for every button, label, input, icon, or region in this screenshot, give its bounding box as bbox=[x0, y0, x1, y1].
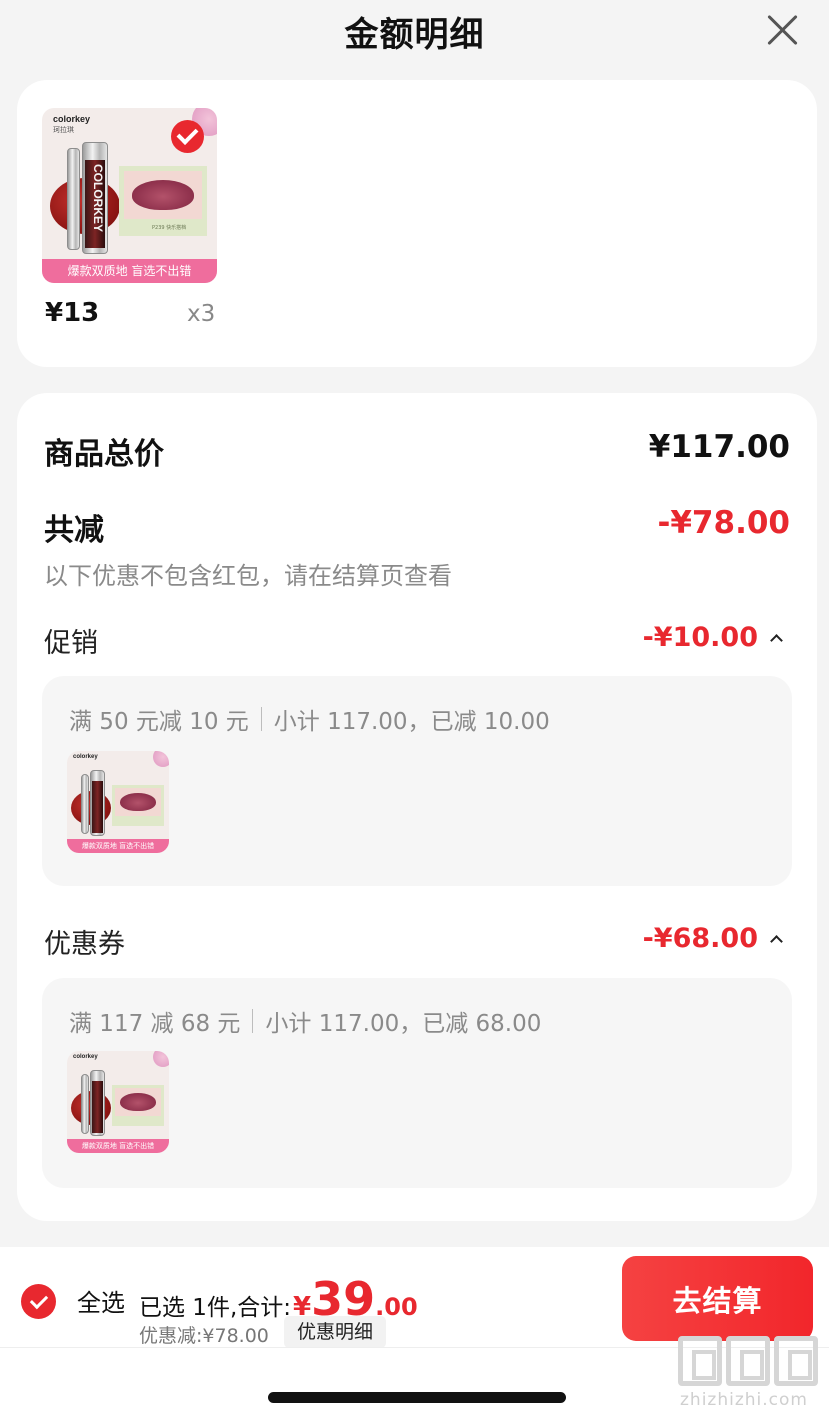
brand-logo: colorkey bbox=[53, 114, 91, 124]
lipstick-tube bbox=[67, 148, 80, 250]
watermark-logo-icon bbox=[774, 1336, 818, 1386]
brand-logo-cn: 珂拉琪 bbox=[53, 126, 74, 134]
product-card: colorkey 珂拉琪 COLORKEY P239 快乐搭档 爆款双质地 盲选… bbox=[17, 80, 817, 367]
tube-brand-text: COLORKEY bbox=[91, 164, 105, 233]
watermark: zhizhizhi.com bbox=[678, 1336, 822, 1416]
reduce-value: -¥78.00 bbox=[657, 505, 791, 541]
price-detail-card: 商品总价 ¥117.00 共减 -¥78.00 以下优惠不包含红包，请在结算页查… bbox=[17, 393, 817, 1221]
lip-image bbox=[120, 793, 156, 811]
promotion-detail-box: 满 50 元减 10 元 小计 117.00，已减 10.00 colorkey… bbox=[42, 676, 792, 886]
lip-image bbox=[120, 1093, 156, 1111]
lip-image bbox=[132, 180, 194, 210]
watermark-logo-icon bbox=[678, 1336, 722, 1386]
selected-check-icon[interactable] bbox=[171, 120, 204, 153]
total-label: 商品总价 bbox=[44, 437, 164, 472]
chevron-up-icon bbox=[770, 634, 783, 647]
coupon-subtotal: 小计 117.00，已减 68.00 bbox=[265, 1011, 542, 1037]
checkout-button[interactable]: 去结算 bbox=[622, 1256, 813, 1341]
coupon-detail: 满 117 减 68 元 小计 117.00，已减 68.00 bbox=[69, 1004, 541, 1038]
product-price: ¥13 bbox=[45, 298, 100, 328]
coupon-toggle[interactable]: -¥68.00 bbox=[642, 923, 783, 954]
shade-label: P239 快乐搭档 bbox=[152, 225, 187, 231]
close-icon[interactable] bbox=[763, 10, 801, 48]
flower-decoration bbox=[153, 1051, 169, 1067]
header: 金额明细 bbox=[0, 0, 829, 62]
flower-decoration bbox=[153, 751, 169, 767]
home-indicator[interactable] bbox=[268, 1392, 566, 1403]
brand-logo: colorkey bbox=[73, 754, 98, 760]
select-all-check-icon[interactable] bbox=[21, 1284, 56, 1319]
product-thumbnail[interactable]: colorkey 爆款双质地 盲选不出错 bbox=[67, 1051, 169, 1153]
promotion-toggle[interactable]: -¥10.00 bbox=[642, 622, 783, 653]
coupon-value: -¥68.00 bbox=[642, 923, 758, 954]
page-title: 金额明细 bbox=[344, 14, 485, 55]
watermark-text: zhizhizhi.com bbox=[680, 1390, 808, 1410]
promotion-rule: 满 50 元减 10 元 bbox=[69, 709, 249, 735]
total-amount-integer: 39 bbox=[311, 1272, 376, 1326]
divider bbox=[260, 707, 262, 731]
reduce-label: 共减 bbox=[44, 513, 104, 548]
promotion-subtotal: 小计 117.00，已减 10.00 bbox=[273, 709, 550, 735]
lipstick-tube bbox=[81, 774, 89, 834]
coupon-rule: 满 117 减 68 元 bbox=[69, 1011, 241, 1037]
lipstick-tube-body bbox=[92, 781, 103, 833]
brand-logo: colorkey bbox=[73, 1054, 98, 1060]
product-quantity: x3 bbox=[187, 301, 216, 327]
promotion-value: -¥10.00 bbox=[642, 622, 758, 653]
selected-count-text: 已选 1件,合计: bbox=[139, 1295, 292, 1321]
discount-amount: 优惠减:¥78.00 bbox=[139, 1325, 269, 1347]
lipstick-tube-body bbox=[92, 1081, 103, 1133]
product-banner: 爆款双质地 盲选不出错 bbox=[42, 259, 217, 283]
lipstick-tube bbox=[81, 1074, 89, 1134]
divider bbox=[252, 1009, 254, 1033]
coupon-detail-box: 满 117 减 68 元 小计 117.00，已减 68.00 colorkey… bbox=[42, 978, 792, 1188]
chevron-up-icon bbox=[770, 935, 783, 948]
product-thumbnail[interactable]: colorkey 爆款双质地 盲选不出错 bbox=[67, 751, 169, 853]
promotion-label: 促销 bbox=[44, 628, 98, 659]
coupon-label: 优惠券 bbox=[44, 929, 125, 960]
watermark-logo-icon bbox=[726, 1336, 770, 1386]
promotion-detail: 满 50 元减 10 元 小计 117.00，已减 10.00 bbox=[69, 702, 550, 736]
total-value: ¥117.00 bbox=[648, 429, 790, 465]
product-banner: 爆款双质地 盲选不出错 bbox=[67, 839, 169, 853]
discount-detail-button[interactable]: 优惠明细 bbox=[284, 1316, 387, 1348]
discount-note: 以下优惠不包含红包，请在结算页查看 bbox=[44, 562, 452, 590]
select-all-label[interactable]: 全选 bbox=[77, 1283, 125, 1318]
product-banner: 爆款双质地 盲选不出错 bbox=[67, 1139, 169, 1153]
